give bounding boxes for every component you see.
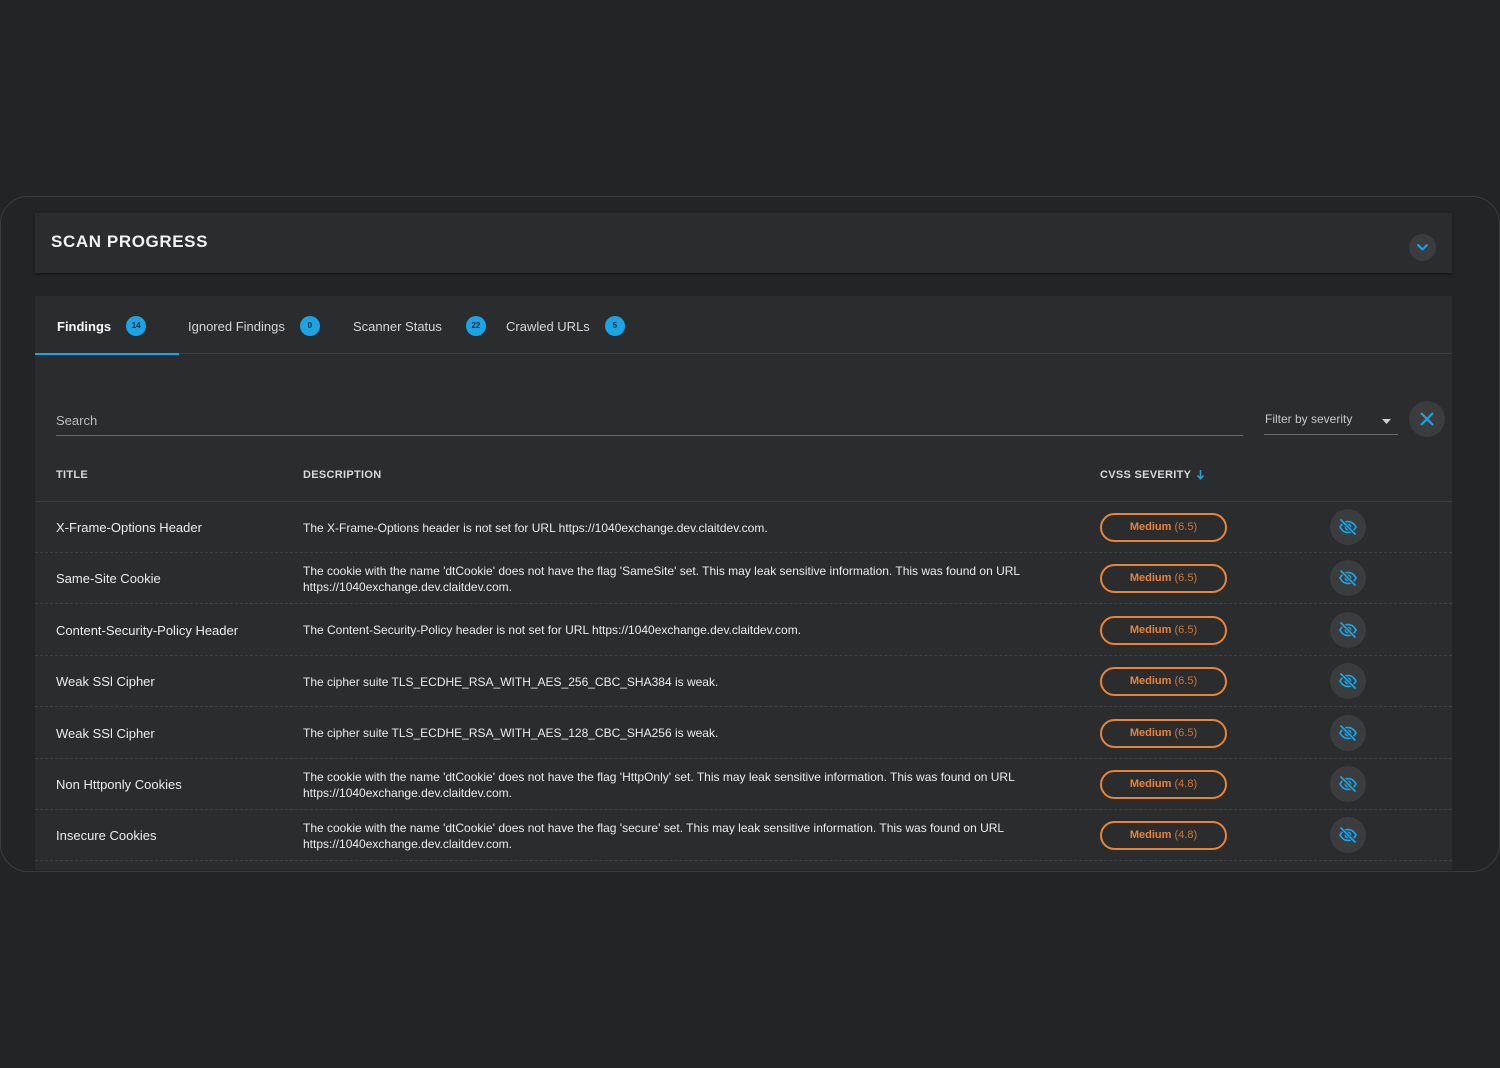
caret-down-icon: [1382, 419, 1391, 424]
table-row[interactable]: Weak SSl Cipher The cipher suite TLS_ECDH…: [35, 656, 1452, 708]
eye-off-icon: [1338, 672, 1358, 690]
ignore-finding-button[interactable]: [1330, 663, 1366, 700]
eye-off-icon: [1338, 827, 1358, 844]
tab-bar: Findings 14 Ignored Findings 0 Scanner S…: [35, 296, 1452, 355]
severity-badge: Medium (6.5): [1100, 667, 1227, 697]
severity-badge: Medium (6.5): [1100, 513, 1227, 542]
tab-scanner-status[interactable]: Scanner Status 22: [353, 296, 486, 354]
column-header-label: CVSS SEVERITY: [1100, 469, 1192, 481]
severity-score: (4.8): [1174, 778, 1198, 790]
collapse-button[interactable]: [1409, 234, 1436, 261]
finding-description: The Content-Security-Policy header is no…: [303, 623, 802, 638]
tab-count-badge: 14: [126, 316, 147, 336]
finding-title: Insecure Cookies: [56, 828, 157, 844]
severity-badge: Medium (4.8): [1100, 821, 1227, 851]
finding-title: Weak SSl Cipher: [56, 725, 155, 741]
eye-off-icon: [1338, 621, 1358, 639]
chevron-down-icon: [1417, 244, 1428, 251]
eye-off-icon: [1338, 724, 1358, 741]
tab-count-badge: 0: [299, 316, 320, 336]
ignore-finding-button[interactable]: [1330, 714, 1366, 751]
finding-title: Same-Site Cookie: [56, 571, 161, 587]
severity-score: (4.8): [1174, 829, 1198, 842]
severity-score: (6.5): [1174, 521, 1198, 533]
table-row[interactable]: X-Frame-Options Header The X-Frame-Option…: [35, 502, 1452, 553]
column-header-cvss-severity[interactable]: CVSS SEVERITY: [1100, 469, 1205, 481]
ignore-finding-button[interactable]: [1330, 560, 1366, 597]
ignore-finding-button[interactable]: [1330, 766, 1366, 802]
severity-level: Medium: [1129, 572, 1172, 585]
eye-off-icon: [1338, 570, 1358, 587]
close-icon: [1420, 412, 1434, 426]
finding-title: Weak SSl Cipher: [56, 674, 155, 690]
filter-label: Filter by severity: [1265, 412, 1353, 426]
tab-label: Findings: [57, 318, 112, 334]
ignore-finding-button[interactable]: [1330, 611, 1366, 648]
arrow-down-icon: [1197, 470, 1205, 480]
tab-crawled-urls[interactable]: Crawled URLs 5: [506, 296, 625, 354]
table-row[interactable]: Non Httponly Cookies The cookie with the …: [35, 759, 1452, 810]
severity-badge: Medium (4.8): [1100, 770, 1227, 799]
search-field: [56, 406, 1243, 436]
table-row[interactable]: Weak SSl Cipher The cipher suite TLS_ECDH…: [35, 708, 1452, 759]
finding-description: The cookie with the name 'dtCookie' does…: [303, 769, 1015, 800]
tab-label: Ignored Findings: [188, 318, 285, 334]
severity-badge: Medium (6.5): [1100, 564, 1227, 594]
eye-off-icon: [1338, 518, 1358, 536]
severity-badge: Medium (6.5): [1100, 615, 1227, 645]
tab-ignored-findings[interactable]: Ignored Findings 0: [188, 296, 320, 354]
tab-label: Crawled URLs: [506, 318, 590, 334]
eye-off-icon: [1338, 775, 1358, 793]
severity-level: Medium: [1129, 829, 1172, 842]
scan-progress-panel: SCAN PROGRESS: [35, 213, 1452, 273]
tab-count-badge: 22: [465, 316, 486, 336]
severity-filter-select[interactable]: Filter by severity: [1264, 406, 1398, 435]
severity-level: Medium: [1129, 675, 1172, 688]
severity-level: Medium: [1129, 623, 1172, 636]
tab-findings[interactable]: Findings 14: [35, 296, 179, 355]
finding-description: The cookie with the name 'dtCookie' does…: [303, 820, 1004, 851]
finding-description: The cipher suite TLS_ECDHE_RSA_WITH_AES_…: [303, 726, 719, 741]
severity-level: Medium: [1129, 726, 1172, 739]
column-header-title[interactable]: TITLE: [56, 469, 88, 481]
table-row[interactable]: Insecure Cookies The cookie with the name…: [35, 810, 1452, 862]
column-header-description[interactable]: DESCRIPTION: [303, 469, 381, 481]
table-header: TITLE DESCRIPTION CVSS SEVERITY: [35, 450, 1452, 502]
finding-description: The X-Frame-Options header is not set fo…: [303, 520, 768, 535]
table-row[interactable]: Content-Security-Policy Header The Conten…: [35, 605, 1452, 656]
ignore-finding-button[interactable]: [1330, 817, 1366, 854]
severity-score: (6.5): [1174, 675, 1198, 688]
findings-panel: Findings 14 Ignored Findings 0 Scanner S…: [35, 296, 1452, 870]
severity-level: Medium: [1129, 778, 1172, 790]
finding-description: The cipher suite TLS_ECDHE_RSA_WITH_AES_…: [303, 674, 719, 689]
severity-score: (6.5): [1174, 623, 1198, 636]
tab-count-badge: 5: [604, 316, 625, 336]
severity-score: (6.5): [1174, 572, 1198, 585]
finding-description: The cookie with the name 'dtCookie' does…: [303, 563, 1020, 594]
scan-progress-title: SCAN PROGRESS: [51, 232, 209, 251]
ignore-finding-button[interactable]: [1330, 509, 1366, 545]
severity-level: Medium: [1129, 521, 1172, 533]
table-row[interactable]: Same-Site Cookie The cookie with the name…: [35, 553, 1452, 605]
search-input[interactable]: [56, 406, 1243, 434]
severity-badge: Medium (6.5): [1100, 718, 1227, 748]
severity-score: (6.5): [1174, 726, 1198, 739]
finding-title: Content-Security-Policy Header: [56, 622, 239, 638]
finding-title: Non Httponly Cookies: [56, 777, 182, 792]
clear-filters-button[interactable]: [1409, 401, 1445, 437]
finding-title: X-Frame-Options Header: [56, 520, 202, 535]
tab-label: Scanner Status: [353, 318, 442, 334]
